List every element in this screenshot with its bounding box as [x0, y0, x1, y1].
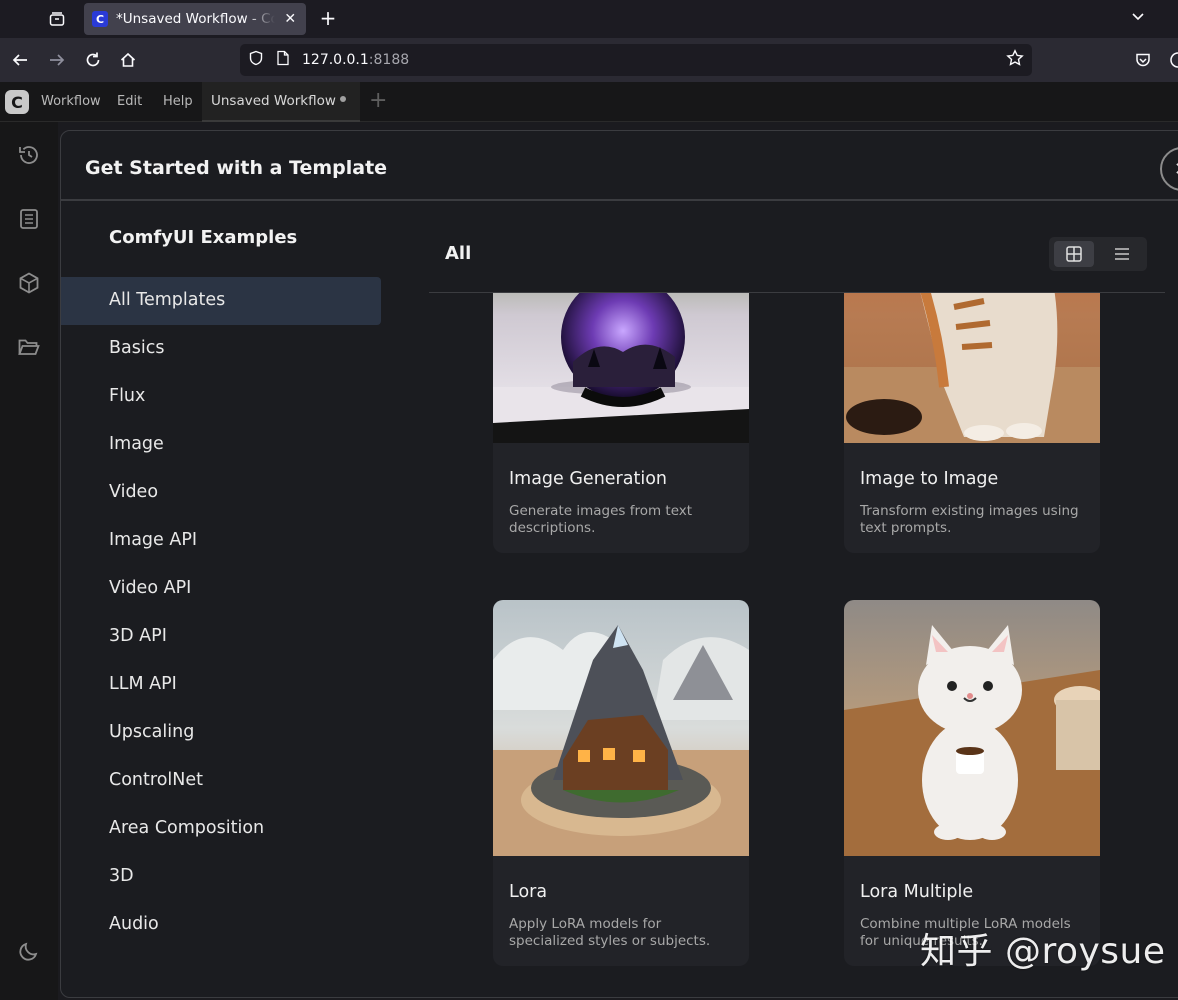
category-sidebar: ComfyUI Examples All Templates Basics Fl… [61, 201, 391, 997]
workflow-tab-label: Unsaved Workflow [211, 93, 336, 109]
tabby-cat-thumbnail [844, 293, 1100, 443]
close-icon[interactable]: ✕ [1160, 147, 1178, 191]
folder-open-icon[interactable] [16, 334, 42, 360]
template-card[interactable]: Image Generation Generate images from te… [493, 293, 749, 553]
unsaved-dot-icon [340, 96, 346, 102]
category-image[interactable]: Image [61, 421, 381, 469]
url-port: :8188 [368, 52, 410, 68]
browser-tab-active[interactable]: C *Unsaved Workflow - ComfyUI ✕ [84, 3, 306, 35]
workflow-tab[interactable]: Unsaved Workflow [202, 82, 360, 122]
category-flux[interactable]: Flux [61, 373, 381, 421]
main-title: All [445, 243, 472, 264]
tab-close-icon[interactable]: ✕ [283, 11, 298, 27]
list-view-icon[interactable] [1102, 241, 1142, 267]
category-3d[interactable]: 3D [61, 853, 381, 901]
chevron-down-icon[interactable] [1130, 8, 1146, 28]
mountain-cabin-diorama-thumbnail [493, 600, 749, 856]
card-title: Image to Image [860, 469, 999, 489]
category-video-api[interactable]: Video API [61, 565, 381, 613]
category-image-api[interactable]: Image API [61, 517, 381, 565]
new-tab-icon[interactable]: + [316, 6, 340, 30]
browser-tab-title: *Unsaved Workflow - ComfyUI [116, 11, 275, 27]
account-icon[interactable] [1166, 48, 1178, 72]
forward-arrow-icon[interactable] [45, 48, 69, 72]
card-title: Lora [509, 882, 548, 902]
model-cube-icon[interactable] [16, 270, 42, 296]
category-video[interactable]: Video [61, 469, 381, 517]
url-host: 127.0.0.1 [302, 52, 369, 68]
sidebar-heading: ComfyUI Examples [109, 227, 298, 248]
category-audio[interactable]: Audio [61, 901, 381, 949]
category-list: All Templates Basics Flux Image Video Im… [61, 277, 391, 949]
menu-workflow[interactable]: Workflow [41, 94, 101, 109]
crystal-ball-galaxy-thumbnail [493, 293, 749, 443]
category-basics[interactable]: Basics [61, 325, 381, 373]
template-card[interactable]: Image to Image Transform existing images… [844, 293, 1100, 553]
menu-edit[interactable]: Edit [117, 94, 142, 109]
template-main: All Image Generation Generate images fro… [429, 201, 1169, 997]
template-card[interactable]: Lora Multiple Combine multiple LoRA mode… [844, 600, 1100, 966]
card-title: Lora Multiple [860, 882, 974, 902]
home-icon[interactable] [116, 48, 140, 72]
view-toggle [1049, 237, 1147, 271]
add-workflow-icon[interactable]: + [369, 88, 387, 113]
comfyui-favicon-icon: C [92, 11, 108, 27]
template-dialog: Get Started with a Template ✕ ComfyUI Ex… [60, 130, 1178, 998]
card-description: Transform existing images using text pro… [860, 503, 1079, 536]
url-text[interactable]: 127.0.0.1:8188 [302, 52, 409, 68]
reload-icon[interactable] [81, 48, 105, 72]
template-grid: Image Generation Generate images from te… [429, 293, 1169, 997]
category-area-composition[interactable]: Area Composition [61, 805, 381, 853]
grid-view-icon[interactable] [1054, 241, 1094, 267]
watermark: 知乎 @roysue [920, 931, 1166, 972]
dialog-title: Get Started with a Template [85, 157, 388, 179]
browser-tabstrip: C *Unsaved Workflow - ComfyUI ✕ + [0, 0, 1178, 38]
category-llm-api[interactable]: LLM API [61, 661, 381, 709]
app-topbar: C Workflow Edit Help Unsaved Workflow + [0, 82, 1178, 122]
comfyui-logo-icon[interactable]: C [5, 90, 29, 114]
page-icon [276, 50, 290, 70]
dialog-header: Get Started with a Template ✕ [61, 131, 1178, 201]
shield-icon[interactable] [248, 50, 264, 70]
category-upscaling[interactable]: Upscaling [61, 709, 381, 757]
bookmark-star-icon[interactable] [1006, 49, 1024, 71]
menu-help[interactable]: Help [163, 94, 193, 109]
moon-icon[interactable] [16, 938, 42, 964]
card-description: Generate images from text descriptions. [509, 503, 693, 536]
category-controlnet[interactable]: ControlNet [61, 757, 381, 805]
pocket-icon[interactable] [1131, 48, 1155, 72]
queue-list-icon[interactable] [16, 206, 42, 232]
white-ceramic-cat-coffee-thumbnail [844, 600, 1100, 856]
back-arrow-icon[interactable] [8, 48, 32, 72]
card-description: Apply LoRA models for specialized styles… [509, 916, 711, 949]
browser-navbar: 127.0.0.1:8188 [0, 38, 1178, 82]
history-icon[interactable] [16, 142, 42, 168]
tab-overview-icon[interactable] [44, 6, 70, 32]
category-all-templates[interactable]: All Templates [61, 277, 381, 325]
template-card[interactable]: Lora Apply LoRA models for specialized s… [493, 600, 749, 966]
card-title: Image Generation [509, 469, 667, 489]
url-bar[interactable]: 127.0.0.1:8188 [240, 44, 1032, 76]
category-3d-api[interactable]: 3D API [61, 613, 381, 661]
sidebar-rail [0, 122, 58, 1000]
